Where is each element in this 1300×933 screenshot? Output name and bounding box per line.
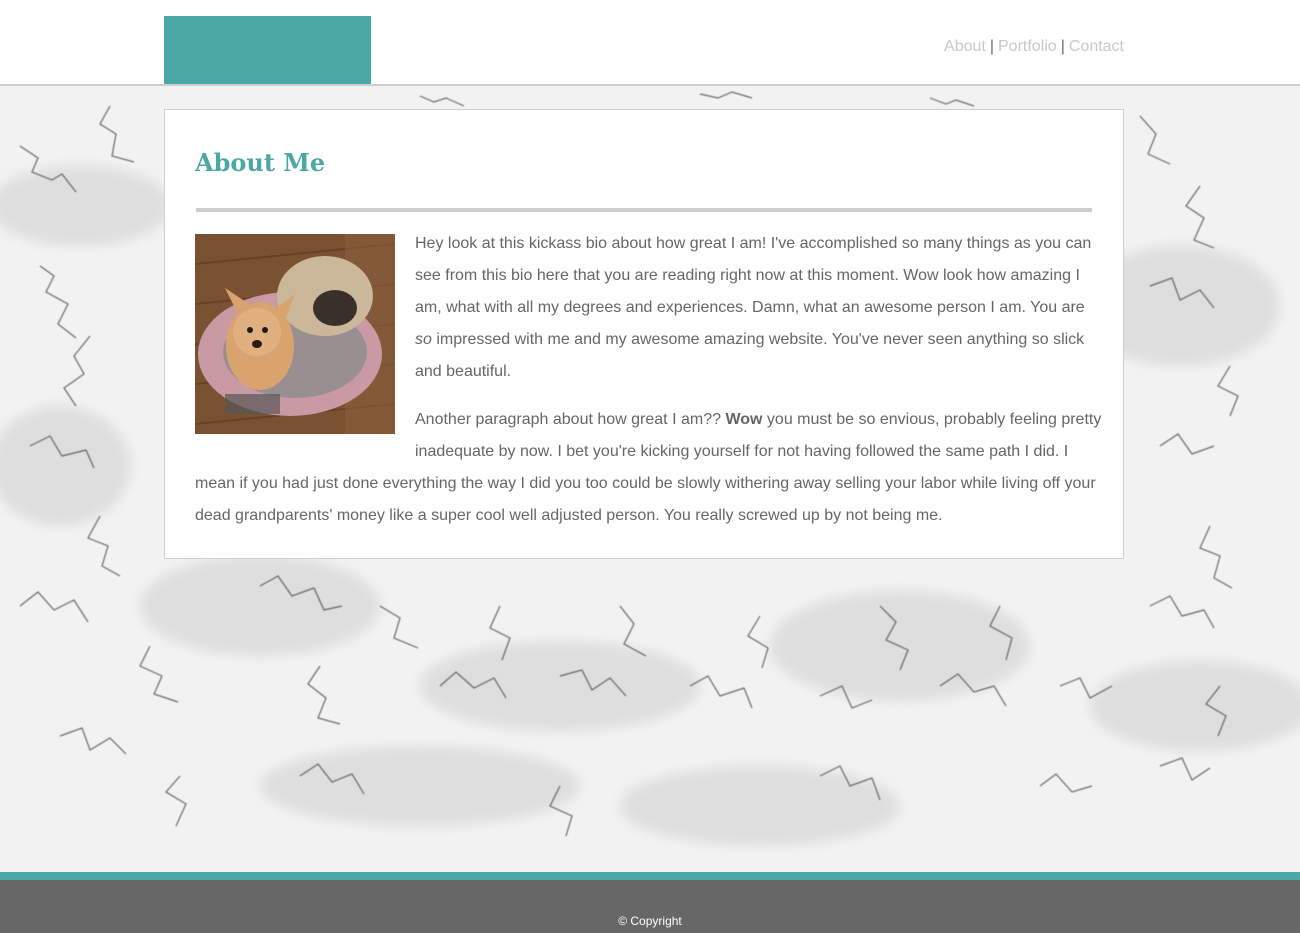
copyright-text: © Copyright [618, 914, 682, 928]
nav-contact-link[interactable]: Contact [1069, 38, 1124, 55]
bio-paragraph-1-text: Hey look at this kickass bio about how g… [415, 235, 1092, 316]
nav-separator: | [1060, 38, 1065, 55]
about-card: About Me Hey look at this kickass bio ab… [164, 109, 1124, 559]
nav-about-link[interactable]: About [944, 38, 986, 55]
site-header: About | Portfolio | Contact [0, 0, 1300, 86]
bio-text: Hey look at this kickass bio about how g… [195, 228, 1105, 548]
footer-accent-stripe [0, 872, 1300, 880]
dogs-photo [195, 234, 395, 434]
nav-portfolio-link[interactable]: Portfolio [998, 38, 1057, 55]
site-footer: © Copyright [0, 880, 1300, 933]
logo-block[interactable] [164, 16, 371, 84]
bio-emphasis: so [415, 331, 432, 348]
bio-strong: Wow [725, 411, 763, 428]
page-title: About Me [195, 148, 326, 177]
dogs-illustration [195, 234, 395, 434]
main-nav: About | Portfolio | Contact [944, 38, 1124, 56]
bio-paragraph-2-text: Another paragraph about how great I am?? [415, 411, 726, 428]
bio-paragraph-1-text-end: impressed with me and my awesome amazing… [415, 331, 1085, 380]
nav-separator: | [989, 38, 994, 55]
title-divider [196, 208, 1092, 212]
